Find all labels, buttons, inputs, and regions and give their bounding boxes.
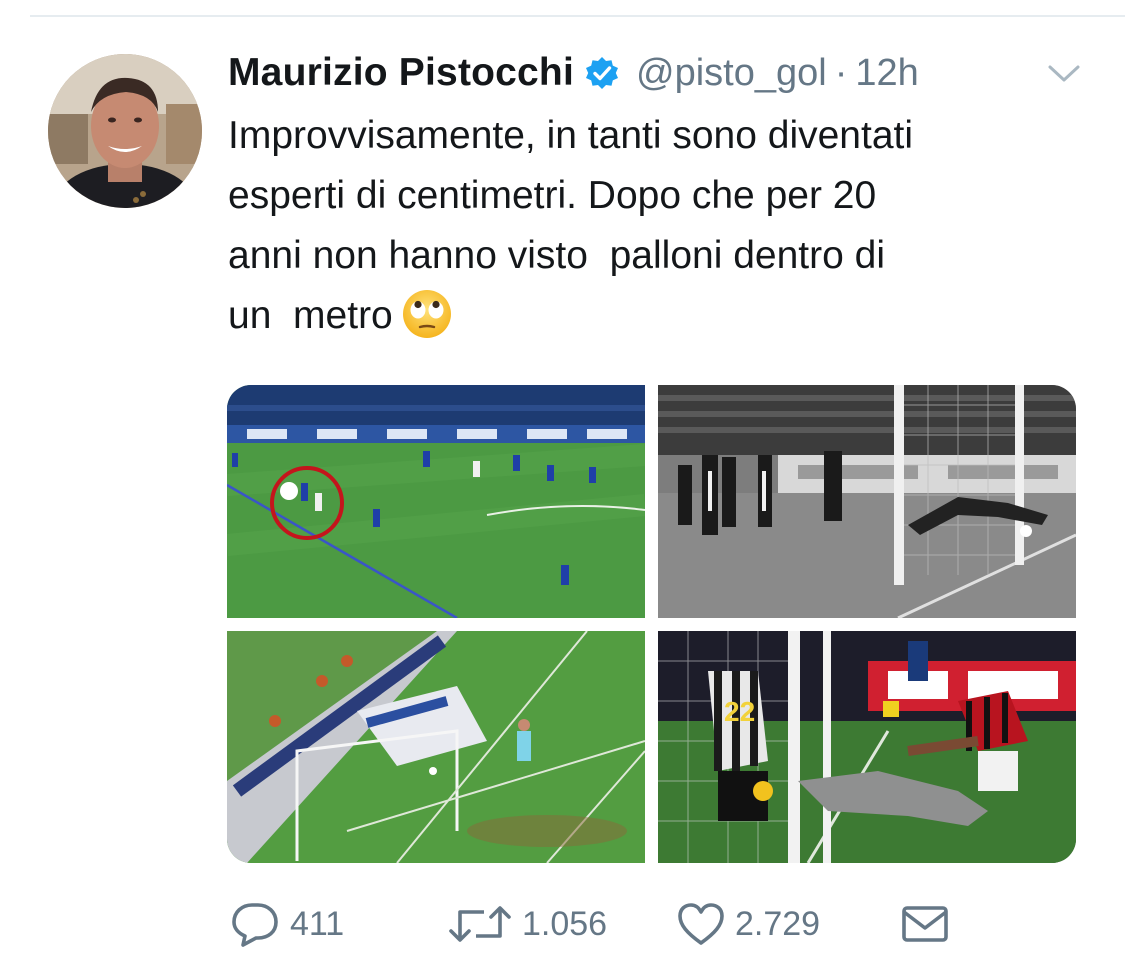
- share-via-message-button[interactable]: [900, 896, 950, 952]
- separator-dot: ·: [834, 51, 848, 94]
- tweet[interactable]: Maurizio Pistocchi @pisto_gol · 12h Impr…: [0, 0, 1125, 959]
- tweet-text: Improvvisamente, in tanti sono diventati…: [228, 106, 1088, 346]
- tweet-header: Maurizio Pistocchi @pisto_gol · 12h: [228, 48, 919, 98]
- retweet-icon: [448, 903, 512, 945]
- like-count: 2.729: [735, 904, 821, 943]
- verified-badge-icon: [584, 55, 620, 91]
- heart-icon: [677, 902, 725, 946]
- tweet-body: Improvvisamente, in tanti sono diventati…: [228, 114, 914, 337]
- retweet-count: 1.056: [522, 904, 608, 943]
- reply-count: 411: [290, 904, 345, 943]
- tweet-actions: 411 1.056 2.729: [0, 896, 1125, 952]
- media-grid: 22: [227, 385, 1076, 863]
- chevron-down-icon[interactable]: [1046, 62, 1082, 86]
- media-photo-1[interactable]: [227, 385, 645, 618]
- rolling-eyes-emoji-icon: [401, 288, 453, 340]
- mail-icon: [900, 904, 950, 944]
- media-photo-3[interactable]: [227, 631, 645, 863]
- retweet-button[interactable]: 1.056: [448, 896, 607, 952]
- svg-text:22: 22: [724, 696, 755, 727]
- author-avatar[interactable]: [48, 54, 202, 208]
- author-handle[interactable]: @pisto_gol: [636, 52, 827, 95]
- media-photo-4[interactable]: 22: [658, 631, 1076, 863]
- like-button[interactable]: 2.729: [677, 896, 820, 952]
- author-name[interactable]: Maurizio Pistocchi: [228, 51, 574, 95]
- reply-button[interactable]: 411: [230, 896, 344, 952]
- reply-icon: [230, 901, 280, 947]
- media-photo-2[interactable]: [658, 385, 1076, 618]
- tweet-timestamp[interactable]: 12h: [855, 52, 918, 95]
